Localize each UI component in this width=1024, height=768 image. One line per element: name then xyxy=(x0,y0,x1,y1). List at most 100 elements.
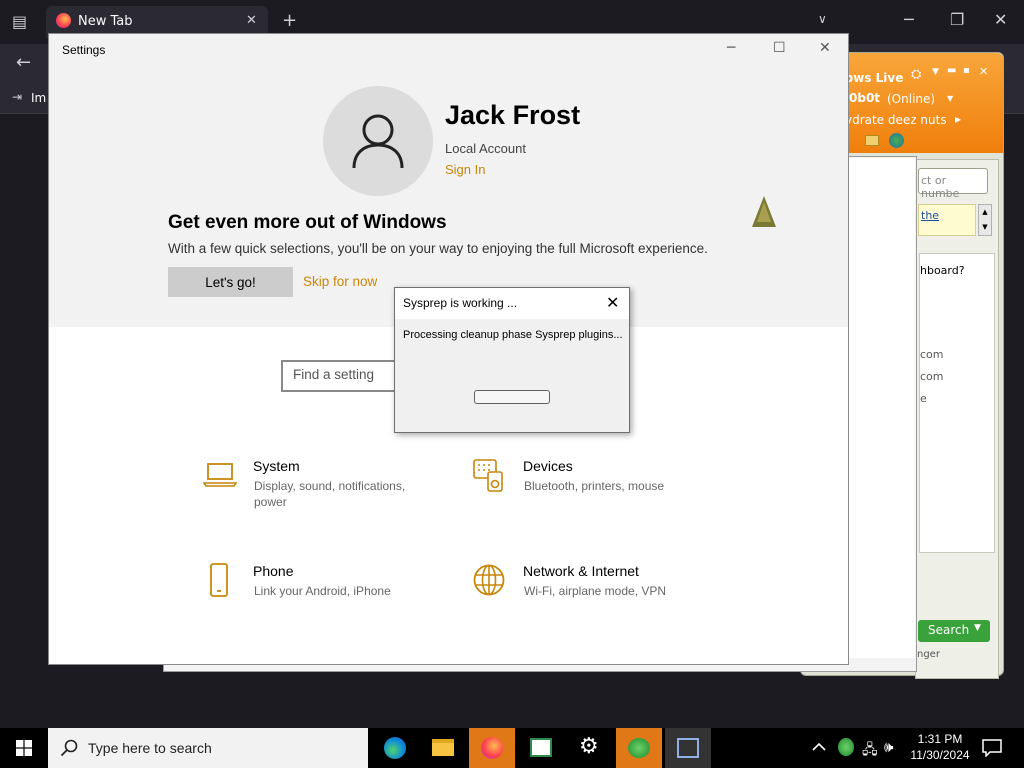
close-tab-icon[interactable]: ✕ xyxy=(246,13,257,28)
sign-in-link[interactable]: Sign In xyxy=(445,162,485,177)
promo-title: Get even more out of Windows xyxy=(168,212,447,233)
category-description: Wi-Fi, airplane mode, VPN xyxy=(524,584,667,598)
chevron-up-icon[interactable] xyxy=(812,740,826,754)
category-system[interactable]: System Display, sound, notifications, po… xyxy=(203,458,443,518)
firefox-icon xyxy=(481,737,503,759)
category-name: Devices xyxy=(523,458,573,474)
messenger-tray-icon[interactable] xyxy=(838,738,854,756)
devices-icon xyxy=(473,459,503,492)
messenger-footer-text: nger xyxy=(917,649,940,660)
mail-icon[interactable] xyxy=(865,135,879,146)
sysprep-message: Processing cleanup phase Sysprep plugins… xyxy=(403,329,623,341)
clock-time: 1:31 PM xyxy=(917,732,963,746)
notification-icon[interactable] xyxy=(982,739,1002,757)
windows-logo-icon xyxy=(16,740,32,756)
messenger-title: ows Live xyxy=(845,71,904,85)
msn-buddy-icon[interactable] xyxy=(889,133,904,148)
sysprep-title-bar: Sysprep is working ... ✕ xyxy=(395,288,629,319)
gear-icon: ⚙ xyxy=(579,734,599,759)
category-description: Bluetooth, printers, mouse xyxy=(524,479,665,493)
window-app-icon xyxy=(530,738,552,757)
msn-maximize-icon[interactable]: ▪ xyxy=(963,65,970,76)
contact-list[interactable]: hboard? com com e xyxy=(919,253,995,553)
contact-text-e: e xyxy=(920,392,927,405)
avatar[interactable] xyxy=(323,86,433,196)
taskbar-search-box[interactable]: Type here to search xyxy=(48,728,368,768)
import-icon: ⇥ xyxy=(12,90,23,104)
info-scrollbar[interactable]: ▲ ▼ xyxy=(978,204,992,236)
back-icon[interactable]: ← xyxy=(16,52,31,73)
volume-icon[interactable]: 🕪 xyxy=(884,738,893,756)
account-type: Local Account xyxy=(445,141,526,156)
taskbar-clock[interactable]: 1:31 PM 11/30/2024 xyxy=(904,731,976,763)
lets-go-button[interactable]: Let's go! xyxy=(168,267,293,297)
messenger-status[interactable]: (Online) xyxy=(887,92,935,106)
taskbar-settings[interactable]: ⚙ xyxy=(567,728,613,768)
find-setting-input[interactable]: Find a setting xyxy=(281,360,411,392)
taskbar-file-explorer[interactable] xyxy=(420,728,466,768)
network-app-icon xyxy=(677,738,699,758)
minimize-icon[interactable]: ─ xyxy=(727,40,735,56)
taskbar: Type here to search ⚙ 🖧 🕪 1:31 PM 11/30/… xyxy=(0,728,1024,768)
user-name: Jack Frost xyxy=(445,100,581,130)
edge-icon xyxy=(384,737,406,759)
taskbar-app-window[interactable] xyxy=(518,728,564,768)
tab-list-icon[interactable]: ▤ xyxy=(12,12,27,31)
phone-icon xyxy=(210,563,228,597)
globe-icon xyxy=(473,564,505,596)
new-tab-icon[interactable]: + xyxy=(282,10,297,31)
background-window-panel xyxy=(848,158,915,658)
category-network-internet[interactable]: Network & Internet Wi-Fi, airplane mode,… xyxy=(473,563,713,623)
laptop-icon xyxy=(203,463,237,487)
msn-minimize-icon[interactable]: ▬ xyxy=(947,65,956,76)
search-button-label: Search xyxy=(928,623,970,637)
contact-email-2[interactable]: com xyxy=(920,370,944,383)
msn-close-icon[interactable]: ✕ xyxy=(979,65,988,78)
taskbar-edge[interactable] xyxy=(372,728,418,768)
folder-icon xyxy=(432,739,454,756)
start-button[interactable] xyxy=(0,728,48,768)
close-icon[interactable]: ✕ xyxy=(606,293,619,312)
taskbar-messenger[interactable] xyxy=(616,728,662,768)
message-arrow-icon[interactable]: ▶ xyxy=(955,115,961,124)
category-name: System xyxy=(253,458,300,474)
messenger-footer: nger xyxy=(915,649,999,663)
category-devices[interactable]: Devices Bluetooth, printers, mouse xyxy=(473,458,713,518)
personal-message[interactable]: ydrate deez nuts xyxy=(845,113,947,127)
taskbar-firefox[interactable] xyxy=(469,728,515,768)
minimize-icon[interactable]: ─ xyxy=(904,10,914,29)
maximize-icon[interactable]: ❐ xyxy=(950,10,964,29)
taskbar-network-app[interactable] xyxy=(665,728,711,768)
category-name: Phone xyxy=(253,563,294,579)
contact-search-input[interactable]: ct or numbe xyxy=(918,168,988,200)
messenger-username[interactable]: 0b0t xyxy=(849,91,880,105)
chevron-down-icon[interactable]: ∨ xyxy=(818,12,827,26)
firefox-icon xyxy=(56,13,71,28)
close-icon[interactable]: ✕ xyxy=(994,10,1007,29)
settings-title: Settings xyxy=(62,43,106,57)
import-bookmarks-label[interactable]: Im xyxy=(31,91,46,105)
maximize-icon[interactable]: ☐ xyxy=(773,40,786,56)
search-dropdown-icon[interactable]: ▼ xyxy=(974,623,981,633)
sysprep-dialog: Sysprep is working ... ✕ Processing clea… xyxy=(394,287,630,433)
messenger-logo-icon: ⛭ xyxy=(911,67,922,82)
messenger-icon xyxy=(628,738,650,758)
clock-date: 11/30/2024 xyxy=(910,748,970,762)
menu-arrow-icon[interactable]: ▼ xyxy=(932,67,939,77)
promo-description: With a few quick selections, you'll be o… xyxy=(168,241,708,256)
close-icon[interactable]: ✕ xyxy=(819,40,831,56)
find-setting-placeholder: Find a setting xyxy=(293,367,375,382)
taskbar-search-placeholder: Type here to search xyxy=(88,740,212,756)
status-arrow-icon[interactable]: ▼ xyxy=(947,94,953,103)
search-button[interactable]: Search ▼ xyxy=(918,620,990,642)
contact-text-dashboard: hboard? xyxy=(920,264,965,277)
tab-title: New Tab xyxy=(78,14,133,29)
category-name: Network & Internet xyxy=(523,563,639,579)
skip-for-now-link[interactable]: Skip for now xyxy=(303,274,377,289)
contact-email-1[interactable]: com xyxy=(920,348,944,361)
info-link[interactable]: the xyxy=(918,204,976,236)
category-phone[interactable]: Phone Link your Android, iPhone xyxy=(203,563,443,623)
network-tray-icon[interactable]: 🖧 xyxy=(862,739,878,763)
user-icon xyxy=(352,114,404,169)
tree-decoration-icon xyxy=(752,196,776,227)
